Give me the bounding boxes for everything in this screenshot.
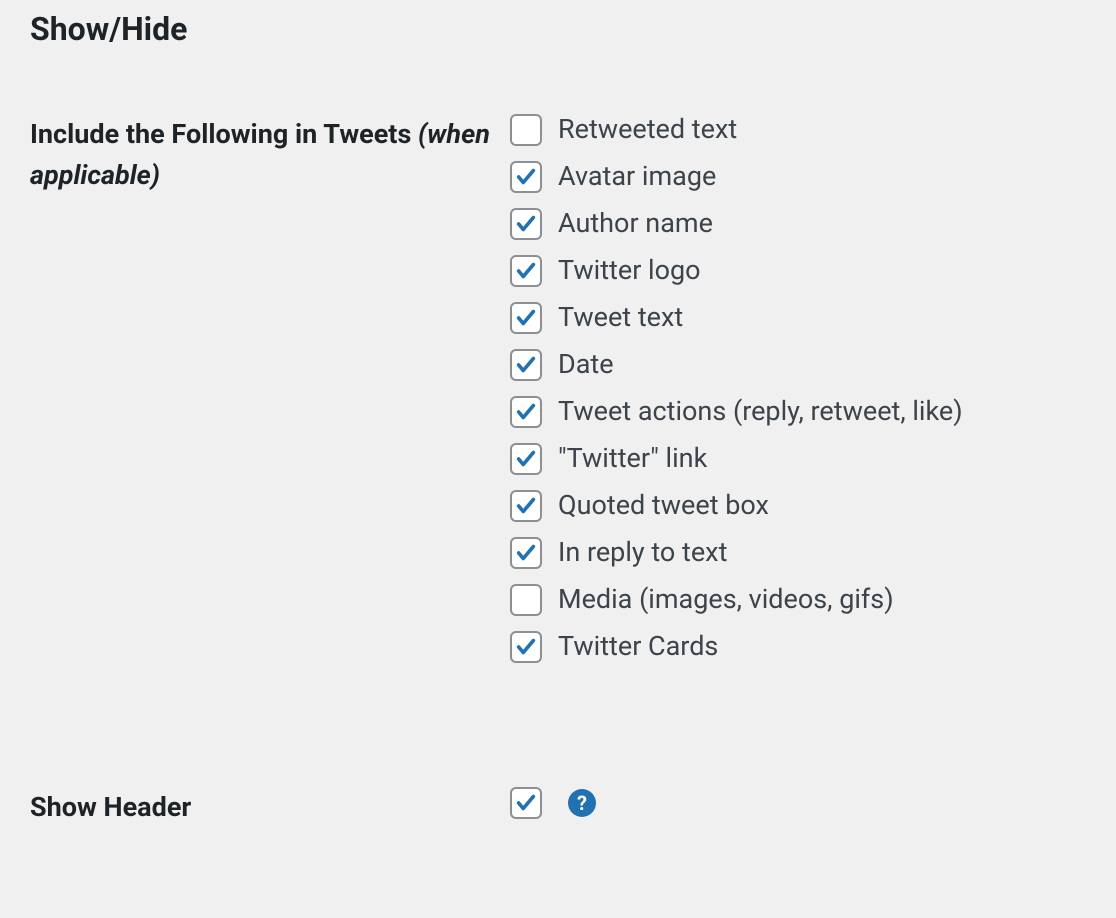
checkbox-row: Twitter Cards <box>510 625 1086 669</box>
check-icon <box>515 354 537 376</box>
show-header-cell: ? <box>510 732 1086 888</box>
include-checkbox[interactable] <box>510 114 542 146</box>
checkbox-label: Author name <box>558 202 713 245</box>
checkbox-label: Twitter Cards <box>558 625 718 668</box>
checkbox-label: Avatar image <box>558 155 716 198</box>
check-icon <box>515 260 537 282</box>
show-header-label: Show Header <box>30 791 191 823</box>
include-checkbox[interactable] <box>510 255 542 287</box>
checkbox-label: Tweet text <box>558 296 683 339</box>
help-icon[interactable]: ? <box>568 789 596 817</box>
checkbox-row: Avatar image <box>510 155 1086 199</box>
include-checkbox[interactable] <box>510 396 542 428</box>
checkbox-label: "Twitter" link <box>558 437 707 480</box>
checkbox-row: In reply to text <box>510 531 1086 575</box>
checkbox-row: Media (images, videos, gifs) <box>510 578 1086 622</box>
show-header-label-cell: Show Header <box>30 732 510 888</box>
check-icon <box>515 542 537 564</box>
include-options-cell: Retweeted textAvatar imageAuthor nameTwi… <box>510 108 1086 732</box>
include-checkbox[interactable] <box>510 631 542 663</box>
check-icon <box>515 448 537 470</box>
checkbox-row: Tweet actions (reply, retweet, like) <box>510 390 1086 434</box>
row-show-header: Show Header ? <box>30 732 1086 888</box>
checkbox-label: Tweet actions (reply, retweet, like) <box>558 390 963 433</box>
check-icon <box>515 213 537 235</box>
checkbox-label: Quoted tweet box <box>558 484 769 527</box>
checkbox-label: Twitter logo <box>558 249 701 292</box>
show-header-checkbox[interactable] <box>510 787 542 819</box>
check-icon <box>515 401 537 423</box>
checkbox-label: Retweeted text <box>558 108 737 151</box>
checkbox-row: Tweet text <box>510 296 1086 340</box>
checkbox-label: Media (images, videos, gifs) <box>558 578 894 621</box>
check-icon <box>515 636 537 658</box>
checkbox-row: "Twitter" link <box>510 437 1086 481</box>
include-label-main: Include the Following in Tweets <box>30 118 418 150</box>
checkbox-row: Date <box>510 343 1086 387</box>
checkbox-label: In reply to text <box>558 531 727 574</box>
checkbox-row: Retweeted text <box>510 108 1086 152</box>
checkbox-row: Author name <box>510 202 1086 246</box>
include-checkbox[interactable] <box>510 537 542 569</box>
include-checkbox[interactable] <box>510 349 542 381</box>
include-options-label: Include the Following in Tweets (when ap… <box>30 108 510 732</box>
include-checkbox[interactable] <box>510 443 542 475</box>
checkbox-row: Twitter logo <box>510 249 1086 293</box>
include-checkbox[interactable] <box>510 208 542 240</box>
check-icon <box>515 166 537 188</box>
checkbox-label: Date <box>558 343 614 386</box>
check-icon <box>515 495 537 517</box>
settings-table: Include the Following in Tweets (when ap… <box>30 108 1086 888</box>
check-icon <box>515 792 537 814</box>
check-icon <box>515 307 537 329</box>
include-checkbox[interactable] <box>510 490 542 522</box>
include-checkbox[interactable] <box>510 584 542 616</box>
section-title: Show/Hide <box>30 10 1086 48</box>
checkbox-row: Quoted tweet box <box>510 484 1086 528</box>
include-checkbox[interactable] <box>510 302 542 334</box>
row-include-options: Include the Following in Tweets (when ap… <box>30 108 1086 732</box>
include-checkbox[interactable] <box>510 161 542 193</box>
